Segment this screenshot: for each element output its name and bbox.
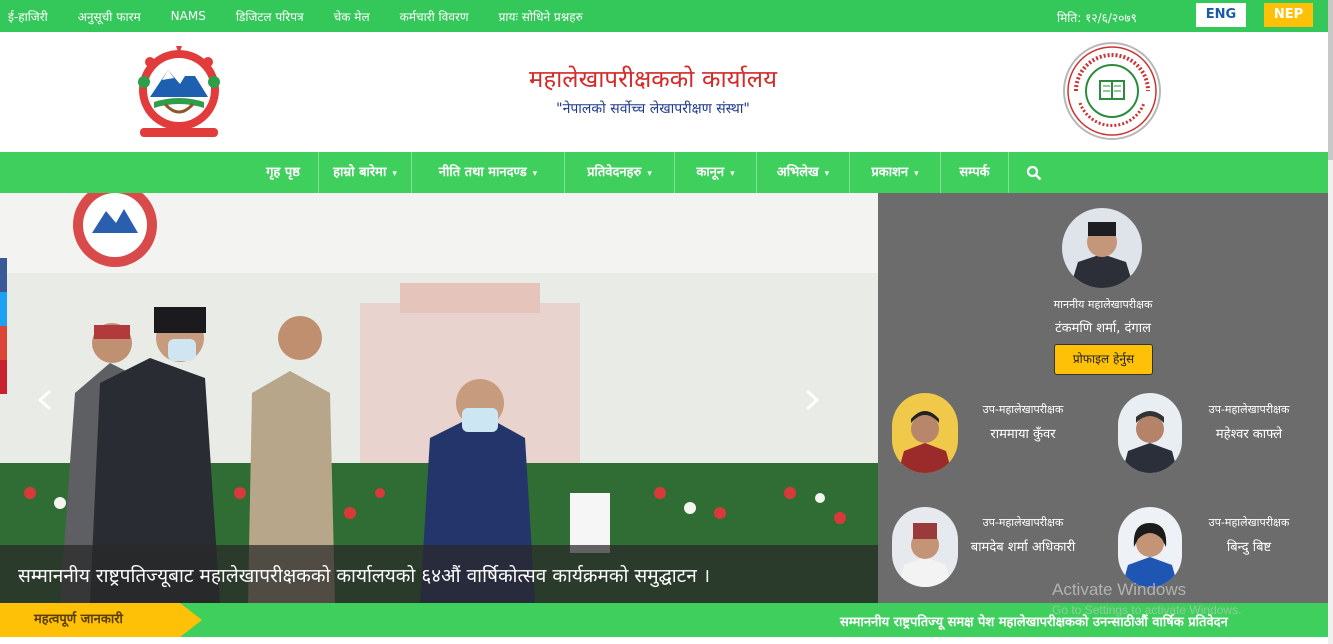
nav-reports[interactable]: प्रतिवेदनहरु ▾ <box>565 152 675 193</box>
chevron-left-icon[interactable] <box>36 389 54 411</box>
nav-label: प्रकाशन <box>871 165 909 180</box>
chevron-right-icon[interactable] <box>803 389 821 411</box>
top-link-check-mail[interactable]: चेक मेल <box>334 8 370 25</box>
caret-down-icon: ▾ <box>532 169 538 179</box>
windows-activation-title: Activate Windows <box>1052 580 1187 599</box>
avatar <box>1118 393 1182 473</box>
head-name: टंकमणि शर्मा, दंगाल <box>1055 321 1151 336</box>
office-title: महालेखापरीक्षकको कार्यालय <box>529 65 777 93</box>
top-link-staff-details[interactable]: कर्मचारी विवरण <box>400 8 469 25</box>
top-links: ई-हाजिरी अनुसूची फारम NAMS डिजिटल परिपत्… <box>8 0 613 32</box>
site-header: महालेखापरीक्षकको कार्यालय "नेपालको सर्वो… <box>0 32 1328 152</box>
slide-photo <box>0 193 878 603</box>
nav-publications[interactable]: प्रकाशन ▾ <box>850 152 941 193</box>
caret-down-icon: ▾ <box>647 169 652 179</box>
pinterest-share-icon[interactable] <box>0 360 7 394</box>
avatar <box>1118 507 1182 587</box>
deputy-name: बिन्दु बिष्ट <box>1226 540 1272 555</box>
caret-down-icon: ▾ <box>730 169 735 179</box>
oag-seal-icon[interactable] <box>1062 41 1162 141</box>
hero-slider[interactable]: सम्माननीय राष्ट्रपतिज्यूबाट महालेखापरीक्… <box>0 193 878 603</box>
nav-label: अभिलेख <box>776 165 819 180</box>
page-scrollbar-thumb[interactable] <box>1328 0 1333 160</box>
windows-activation-hint: Go to Settings to activate Windows. <box>1052 603 1242 617</box>
avatar <box>1062 208 1142 288</box>
nav-about[interactable]: हाम्रो बारेमा ▾ <box>319 152 412 193</box>
slide-caption: सम्माननीय राष्ट्रपतिज्यूबाट महालेखापरीक्… <box>0 545 878 603</box>
top-link-e-hajiri[interactable]: ई-हाजिरी <box>8 8 48 25</box>
main-nav: गृह पृष्ठ हाम्रो बारेमा ▾ नीति तथा मानदण्… <box>0 152 1328 193</box>
officials-panel: माननीय महालेखापरीक्षक टंकमणि शर्मा, दंगा… <box>878 193 1328 603</box>
nav-contact[interactable]: सम्पर्क <box>941 152 1009 193</box>
nav-label: सम्पर्क <box>959 165 990 180</box>
nepali-language-button[interactable]: NEP <box>1264 3 1313 27</box>
nav-label: गृह पृष्ठ <box>266 165 300 180</box>
nav-label: कानून <box>696 165 725 180</box>
top-link-nams[interactable]: NAMS <box>171 9 206 23</box>
head-role: माननीय महालेखापरीक्षक <box>1053 298 1153 311</box>
nav-label: नीति तथा मानदण्ड <box>438 165 527 180</box>
nav-law[interactable]: कानून ▾ <box>675 152 757 193</box>
top-link-digital-circular[interactable]: डिजिटल परिपत्र <box>236 8 304 25</box>
office-motto: "नेपालको सर्वोच्च लेखापरीक्षण संस्था" <box>556 101 750 117</box>
ticker-label: महत्वपूर्ण जानकारी <box>0 603 180 637</box>
nepal-emblem-icon[interactable] <box>120 42 238 142</box>
search-icon[interactable] <box>1009 152 1059 193</box>
deputy-name: महेश्वर काफ्ले <box>1215 427 1283 442</box>
facebook-share-icon[interactable] <box>0 258 7 292</box>
current-date: मिति: १२/६/२०७९ <box>1057 11 1137 25</box>
deputy-role: उप-महालेखापरीक्षक <box>1208 516 1290 529</box>
deputy-role: उप-महालेखापरीक्षक <box>982 516 1064 529</box>
nav-label: हाम्रो बारेमा <box>333 165 387 180</box>
caret-down-icon: ▾ <box>914 169 919 179</box>
top-link-anusuchi-form[interactable]: अनुसूची फारम <box>78 8 141 25</box>
twitter-share-icon[interactable] <box>0 292 7 326</box>
slide-caption-text: सम्माननीय राष्ट्रपतिज्यूबाट महालेखापरीक्… <box>18 565 711 587</box>
deputy-name: राममाया कुँवर <box>990 427 1056 442</box>
nav-home[interactable]: गृह पृष्ठ <box>248 152 319 193</box>
english-language-button[interactable]: ENG <box>1196 3 1246 27</box>
caret-down-icon: ▾ <box>824 169 830 179</box>
top-bar: ई-हाजिरी अनुसूची फारम NAMS डिजिटल परिपत्… <box>0 0 1333 32</box>
top-link-faq[interactable]: प्रायः सोधिने प्रश्नहरु <box>499 8 583 25</box>
deputy-name: बामदेब शर्मा अधिकारी <box>970 540 1076 555</box>
deputy-role: उप-महालेखापरीक्षक <box>982 403 1064 416</box>
avatar <box>892 393 958 473</box>
nav-policy[interactable]: नीति तथा मानदण्ड ▾ <box>412 152 565 193</box>
nav-records[interactable]: अभिलेख ▾ <box>757 152 850 193</box>
nav-label: प्रतिवेदनहरु <box>587 165 642 180</box>
avatar <box>892 507 958 587</box>
ticker-arrow-icon <box>180 603 202 637</box>
google-share-icon[interactable] <box>0 326 7 360</box>
view-profile-button[interactable]: प्रोफाइल हेर्नुस <box>1054 344 1153 375</box>
deputy-role: उप-महालेखापरीक्षक <box>1208 403 1290 416</box>
caret-down-icon: ▾ <box>392 169 397 179</box>
